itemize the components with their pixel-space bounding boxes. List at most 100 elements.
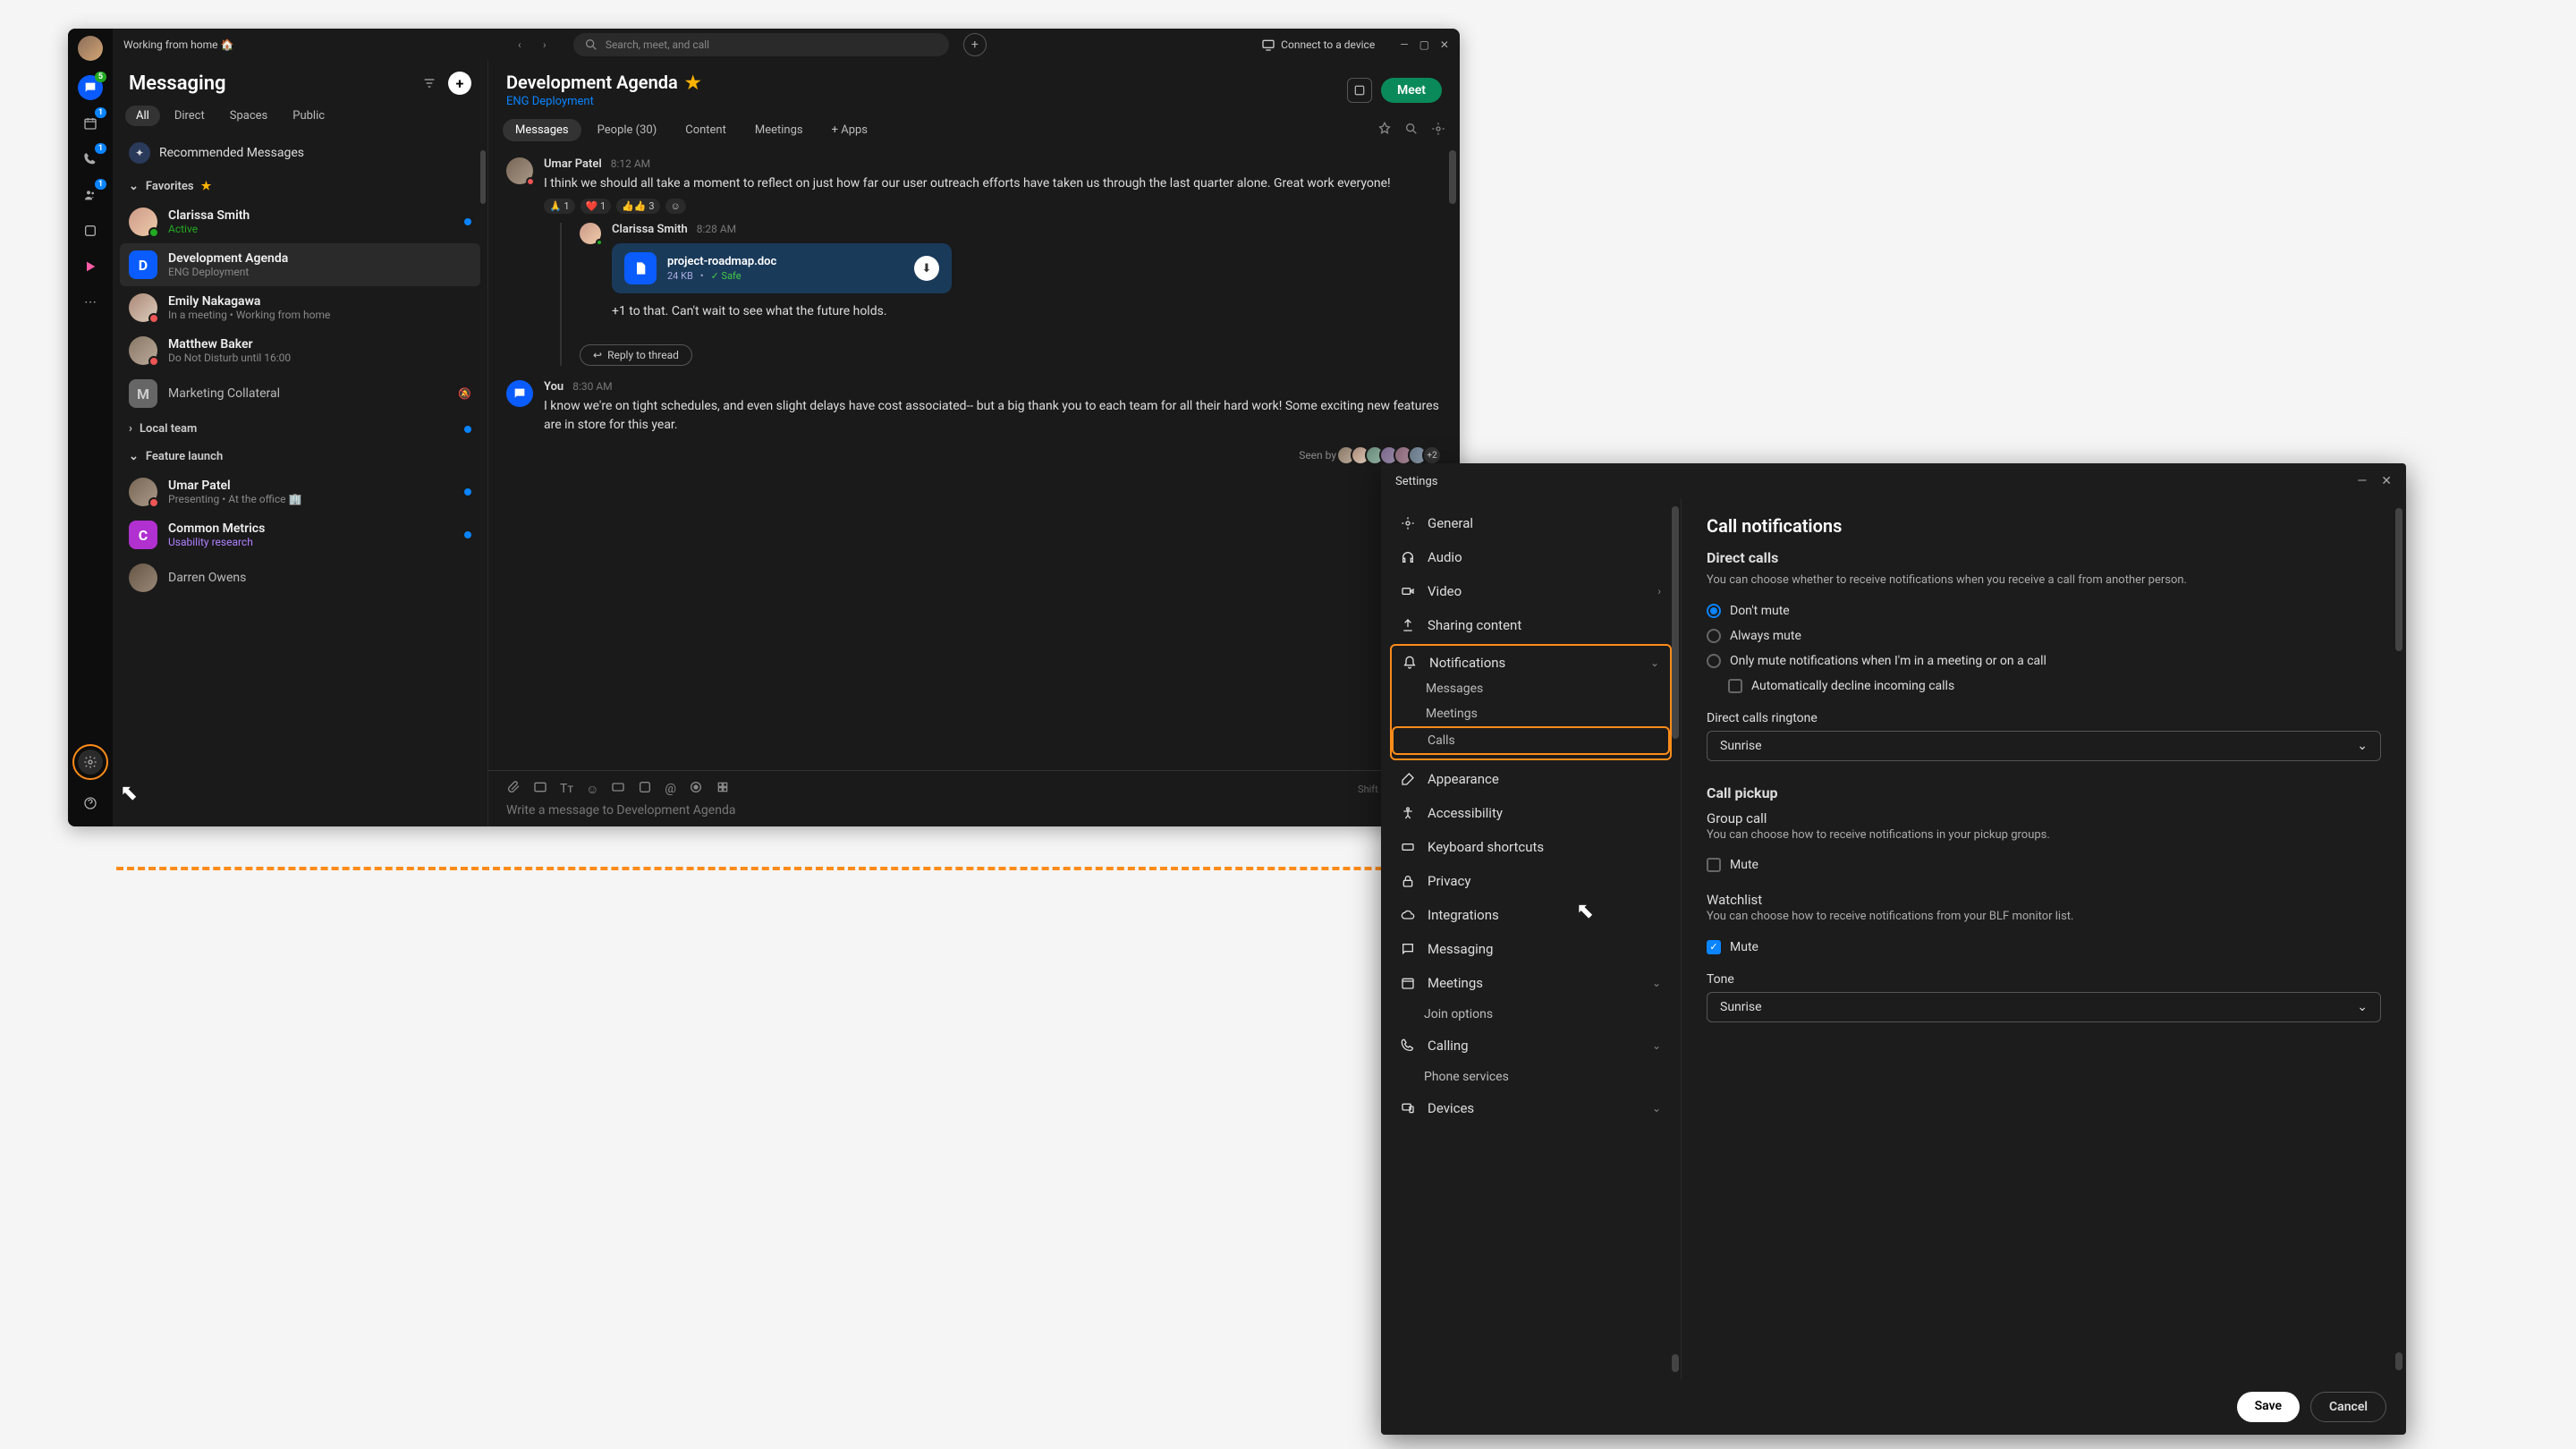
nav-shortcuts[interactable]: Keyboard shortcuts [1381, 830, 1681, 864]
cancel-button[interactable]: Cancel [2310, 1392, 2386, 1422]
screenshot-icon[interactable] [533, 780, 547, 798]
popout-icon[interactable] [1347, 78, 1372, 103]
sidebar-item[interactable]: Darren Owens [113, 556, 487, 599]
reaction[interactable]: ❤️ 1 [580, 199, 612, 214]
rail-calendar-icon[interactable]: 1 [78, 111, 103, 136]
nav-video[interactable]: Video› [1381, 574, 1681, 608]
gif-icon[interactable] [611, 780, 625, 798]
reaction[interactable]: 👍👍 3 [616, 199, 659, 214]
window-maximize-icon[interactable]: ▢ [1419, 38, 1429, 51]
radio-always-mute[interactable]: Always mute [1707, 623, 2381, 648]
nav-accessibility[interactable]: Accessibility [1381, 796, 1681, 830]
space-subtitle[interactable]: ENG Deployment [506, 95, 701, 108]
sidebar-item[interactable]: Matthew BakerDo Not Disturb until 16:00 [113, 329, 487, 372]
ct-tab-people[interactable]: People (30) [585, 119, 670, 141]
rail-help-icon[interactable] [78, 791, 103, 816]
reply-thread-button[interactable]: ↩ Reply to thread [580, 344, 692, 366]
new-action-button[interactable]: + [963, 33, 987, 56]
sidebar-item-selected[interactable]: D Development AgendaENG Deployment [120, 243, 480, 286]
download-icon[interactable]: ⬇ [914, 256, 939, 281]
meet-button[interactable]: Meet [1381, 78, 1442, 103]
nav-messaging[interactable]: Messaging [1381, 932, 1681, 966]
scrollbar-thumb[interactable] [2395, 1352, 2402, 1370]
rail-chat-icon[interactable]: 5 [78, 75, 103, 100]
ringtone-select[interactable]: Sunrise⌄ [1707, 731, 2381, 761]
settings-minimize-icon[interactable]: — [2357, 474, 2367, 488]
file-attachment[interactable]: project-roadmap.doc 24 KB•✓ Safe ⬇ [612, 243, 952, 293]
nav-notif-messages[interactable]: Messages [1392, 676, 1670, 701]
nav-appearance[interactable]: Appearance [1381, 762, 1681, 796]
ct-tab-apps[interactable]: + Apps [819, 119, 880, 141]
nav-notifications[interactable]: Notifications⌄ [1392, 649, 1670, 676]
msg-author[interactable]: Clarissa Smith [612, 223, 688, 236]
section-favorites[interactable]: ⌄ Favorites ★ [113, 173, 487, 200]
emoji-icon[interactable]: ☺ [586, 782, 598, 797]
sidebar-item[interactable]: C Common MetricsUsability research [113, 513, 487, 556]
scrollbar-thumb[interactable] [1672, 1354, 1679, 1372]
nav-notif-meetings[interactable]: Meetings [1392, 701, 1670, 726]
check-auto-decline[interactable]: Automatically decline incoming calls [1707, 674, 2381, 699]
bitmoji-icon[interactable] [638, 780, 652, 798]
tab-direct[interactable]: Direct [164, 106, 216, 126]
record-icon[interactable] [689, 780, 703, 798]
tab-all[interactable]: All [125, 106, 160, 126]
rail-teams-icon[interactable]: 1 [78, 182, 103, 208]
window-minimize-icon[interactable]: — [1400, 38, 1408, 51]
nav-privacy[interactable]: Privacy [1381, 864, 1681, 898]
space-settings-icon[interactable] [1431, 122, 1445, 140]
msg-author[interactable]: Umar Patel [544, 157, 602, 171]
rail-app-icon[interactable] [78, 218, 103, 243]
pin-icon[interactable] [1377, 122, 1392, 140]
check-mute-group[interactable]: Mute [1707, 852, 2381, 877]
nav-audio[interactable]: Audio [1381, 540, 1681, 574]
nav-phone-services[interactable]: Phone services [1381, 1063, 1681, 1091]
mention-icon[interactable]: @ [665, 782, 676, 796]
sidebar-item[interactable]: M Marketing Collateral 🔕 [113, 372, 487, 415]
sidebar-item[interactable]: Umar PatelPresenting • At the office 🏢 [113, 470, 487, 513]
scrollbar-thumb[interactable] [480, 150, 486, 204]
reaction[interactable]: 🙏 1 [544, 199, 575, 214]
nav-forward-icon[interactable]: › [534, 34, 555, 55]
ct-tab-meetings[interactable]: Meetings [742, 119, 816, 141]
nav-notif-calls[interactable]: Calls [1392, 726, 1670, 755]
nav-back-icon[interactable]: ‹ [509, 34, 530, 55]
star-icon[interactable]: ★ [685, 72, 701, 93]
nav-join-options[interactable]: Join options [1381, 1000, 1681, 1029]
composer-input[interactable]: Write a message to Development Agenda [506, 803, 1442, 818]
tab-public[interactable]: Public [282, 106, 335, 126]
check-mute-watchlist[interactable]: Mute [1707, 935, 2381, 960]
rail-settings-icon[interactable] [78, 750, 103, 775]
tone-select[interactable]: Sunrise⌄ [1707, 992, 2381, 1022]
nav-sharing[interactable]: Sharing content [1381, 608, 1681, 642]
more-comp-icon[interactable] [716, 780, 730, 798]
recommended-row[interactable]: ✦ Recommended Messages [113, 133, 487, 173]
sidebar-item[interactable]: Clarissa SmithActive [113, 200, 487, 243]
window-close-icon[interactable]: ✕ [1440, 38, 1449, 51]
search-input[interactable]: Search, meet, and call [573, 33, 949, 56]
filter-icon[interactable] [418, 72, 441, 95]
section-local-team[interactable]: › Local team [113, 415, 487, 443]
radio-only-mute[interactable]: Only mute notifications when I'm in a me… [1707, 648, 2381, 674]
format-icon[interactable]: Tт [560, 782, 573, 796]
scrollbar-thumb[interactable] [1672, 506, 1679, 739]
add-reaction[interactable]: ☺ [665, 199, 686, 214]
seen-avatars[interactable]: +2 [1342, 445, 1442, 465]
ct-tab-messages[interactable]: Messages [503, 119, 581, 141]
nav-general[interactable]: General [1381, 506, 1681, 540]
rail-call-icon[interactable]: 1 [78, 147, 103, 172]
rail-more-icon[interactable]: ⋯ [78, 290, 103, 315]
rail-media-icon[interactable] [78, 254, 103, 279]
presence-status[interactable]: Working from home 🏠 [123, 38, 233, 51]
scrollbar-thumb[interactable] [2395, 508, 2402, 651]
scrollbar-thumb[interactable] [1449, 150, 1456, 204]
nav-integrations[interactable]: Integrations [1381, 898, 1681, 932]
connect-device-button[interactable]: Connect to a device [1261, 38, 1375, 52]
user-avatar[interactable] [78, 36, 103, 61]
nav-calling[interactable]: Calling⌄ [1381, 1029, 1681, 1063]
new-message-button[interactable]: + [448, 72, 471, 95]
tab-spaces[interactable]: Spaces [219, 106, 279, 126]
radio-dont-mute[interactable]: Don't mute [1707, 598, 2381, 623]
ct-tab-content[interactable]: Content [673, 119, 739, 141]
sidebar-item[interactable]: Emily NakagawaIn a meeting • Working fro… [113, 286, 487, 329]
section-feature-launch[interactable]: ⌄ Feature launch [113, 443, 487, 470]
